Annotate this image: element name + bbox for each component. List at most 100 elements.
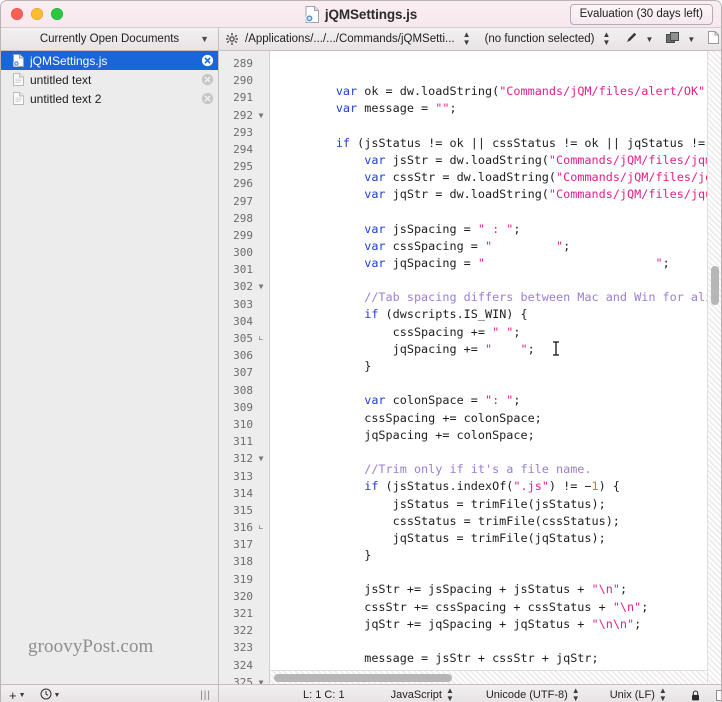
page-icon (715, 689, 721, 701)
pencil-chevron-down-icon[interactable]: ▼ (645, 35, 653, 44)
code-line: var cssSpacing = " "; (279, 238, 571, 253)
vertical-scrollbar-thumb[interactable] (711, 266, 719, 305)
open-documents-popup[interactable]: Currently Open Documents ▼ (1, 28, 219, 50)
line-number: 309 (233, 400, 253, 414)
line-ending-selector[interactable]: Unix (LF) ▲ ▼ (610, 687, 667, 702)
code-line: } (279, 359, 372, 373)
path-stepper-icon[interactable]: ▲ ▼ (463, 31, 471, 47)
line-number: 312 ▼ (219, 450, 269, 467)
code-fold-marker[interactable]: ▼ (256, 674, 266, 684)
line-number: 290 (233, 74, 253, 88)
lock-toggle[interactable] (691, 690, 700, 701)
page-icon[interactable] (708, 31, 720, 47)
code-line: if (jsStatus != ok || cssStatus != ok ||… (335, 135, 721, 150)
line-number: 292 ▼ (219, 107, 269, 124)
line-number: 297 (233, 194, 253, 208)
code-line: var jsStr = dw.loadString("Commands/jQM/… (279, 152, 721, 167)
code-line: var jsSpacing = " : "; (279, 221, 521, 236)
code-line: jqStr += jqSpacing + jqStatus + "\n\n"; (279, 616, 642, 631)
recent-documents-button[interactable]: ▼ (40, 688, 61, 702)
code-line: var cssStr = dw.loadString("Commands/jQM… (279, 169, 721, 184)
js-file-icon (13, 54, 24, 67)
minimize-button[interactable] (31, 8, 43, 20)
horizontal-scrollbar-thumb[interactable] (274, 674, 452, 682)
plus-icon: + (9, 687, 17, 702)
line-number: 302 ▼ (219, 278, 269, 295)
line-number: 289 (233, 57, 253, 70)
close-document-icon[interactable] (201, 92, 214, 105)
text-file-icon (13, 92, 24, 105)
horizontal-scrollbar[interactable] (270, 670, 707, 684)
encoding-stepper-icon: ▲ ▼ (571, 686, 580, 702)
code-line: //Tab spacing differs between Mac and Wi… (279, 290, 721, 305)
file-path-label[interactable]: /Applications/.../.../Commands/jQMSetti.… (245, 33, 455, 45)
code-lines: var ok = dw.loadString("Commands/jQM/fil… (279, 83, 721, 684)
documents-sidebar: jQMSettings.js untitled text untitled text… (1, 51, 219, 684)
code-line: jqStatus = trimFile(jqStatus); (279, 530, 606, 545)
close-button[interactable] (11, 8, 23, 20)
window-controls (11, 8, 63, 20)
maximize-button[interactable] (51, 8, 63, 20)
line-number: 317 (233, 538, 253, 552)
pencil-icon[interactable] (625, 31, 638, 47)
chevron-down-icon: ▼ (53, 691, 61, 699)
code-line: var ok = dw.loadString("Commands/jQM/fil… (279, 84, 720, 98)
code-fold-marker[interactable]: ▼ (256, 450, 266, 467)
language-stepper-icon: ▲ ▼ (445, 686, 454, 702)
code-line: jsStatus = trimFile(jsStatus); (279, 496, 606, 511)
code-fold-marker[interactable]: ∟ (256, 519, 266, 536)
document-list-item[interactable]: untitled text 2 (1, 89, 218, 108)
language-selector[interactable]: JavaScript ▲ ▼ (391, 687, 454, 702)
split-view-icon[interactable] (666, 31, 680, 47)
line-number: 307 (233, 366, 253, 380)
code-line: cssSpacing += colonSpace; (279, 410, 542, 425)
close-document-icon[interactable] (201, 73, 214, 86)
sidebar-resize-grip[interactable]: ||| (200, 690, 211, 701)
lock-icon (691, 690, 700, 701)
document-list-item[interactable]: untitled text (1, 70, 218, 89)
split-chevron-down-icon[interactable]: ▼ (687, 35, 695, 44)
code-fold-marker[interactable]: ∟ (256, 330, 266, 347)
line-number: 304 (233, 314, 253, 328)
title-bar: jQMSettings.js Evaluation (30 days left) (1, 1, 721, 28)
evaluation-badge[interactable]: Evaluation (30 days left) (569, 4, 713, 25)
line-ending-label: Unix (LF) (609, 689, 655, 701)
document-name: jQMSettings.js (30, 53, 108, 68)
encoding-selector[interactable]: Unicode (UTF-8) ▲ ▼ (486, 687, 580, 702)
function-selector-label[interactable]: (no function selected) (485, 33, 595, 45)
document-name: untitled text 2 (30, 91, 102, 106)
line-number: 293 (233, 125, 253, 139)
line-number: 318 (233, 555, 253, 569)
code-content[interactable]: var ok = dw.loadString("Commands/jQM/fil… (270, 51, 721, 684)
vertical-scrollbar[interactable] (707, 51, 721, 684)
add-document-button[interactable]: + ▼ (9, 689, 26, 702)
function-stepper-icon[interactable]: ▲ ▼ (603, 31, 611, 47)
line-number: 316 ∟ (219, 519, 269, 536)
code-line: cssStatus = trimFile(cssStatus); (279, 513, 620, 528)
line-number: 295 (233, 160, 253, 174)
code-fold-marker[interactable]: ▼ (256, 278, 266, 295)
gear-icon[interactable] (226, 33, 238, 45)
code-line: jqSpacing += " "; (279, 341, 535, 356)
code-line: cssSpacing += " "; (279, 324, 521, 339)
code-line: jqSpacing += colonSpace; (279, 427, 535, 442)
close-document-icon[interactable] (201, 54, 214, 67)
cursor-position: L: 1 C: 1 (303, 689, 345, 701)
code-line: var colonSpace = ": "; (279, 393, 521, 408)
line-number: 313 (233, 469, 253, 483)
code-editor[interactable]: 289 290 291 292 ▼ 293 294 295 296 297 298 299 300 301… (219, 51, 721, 684)
line-number: 298 (233, 211, 253, 225)
file-size-indicator[interactable]: 34,997 / 2,... (715, 689, 721, 701)
watermark: groovyPost.com (28, 636, 154, 657)
open-documents-label: Currently Open Documents (39, 33, 180, 45)
code-line: cssStr += cssSpacing + cssStatus + "\n"; (279, 599, 649, 614)
line-number: 323 (233, 641, 253, 655)
code-fold-marker[interactable]: ▼ (256, 107, 266, 124)
document-list-item[interactable]: jQMSettings.js (1, 51, 218, 70)
line-number-gutter: 289 290 291 292 ▼ 293 294 295 296 297 298 299 300 301… (219, 51, 270, 684)
window-title: jQMSettings.js (324, 6, 418, 22)
